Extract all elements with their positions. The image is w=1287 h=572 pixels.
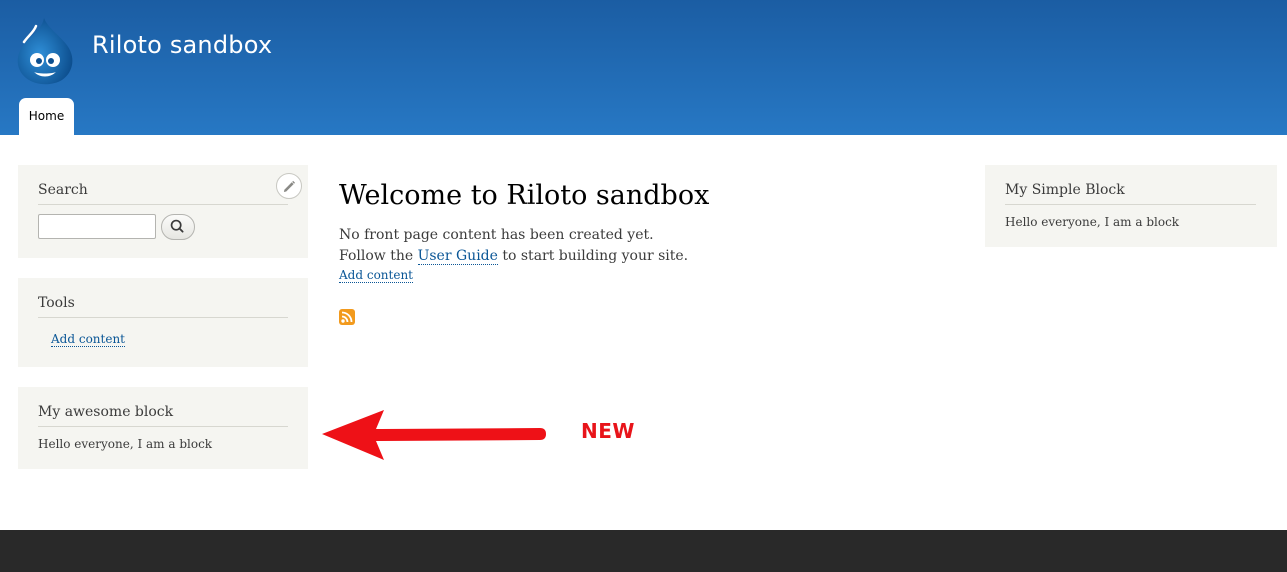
site-footer <box>0 530 1287 572</box>
user-guide-prefix: Follow the <box>339 248 418 264</box>
awesome-block-title: My awesome block <box>38 404 288 427</box>
new-annotation-label: NEW <box>581 419 635 443</box>
pencil-icon[interactable] <box>276 173 302 199</box>
tools-block-title: Tools <box>38 295 288 318</box>
simple-block-title: My Simple Block <box>1005 182 1256 205</box>
page-title: Welcome to Riloto sandbox <box>339 180 710 211</box>
no-content-message: No front page content has been created y… <box>339 227 654 243</box>
search-icon <box>170 219 184 233</box>
main-add-content-link[interactable]: Add content <box>339 268 413 283</box>
left-arrow-icon <box>322 410 546 460</box>
awesome-block: My awesome block Hello everyone, I am a … <box>18 387 308 469</box>
search-block-title: Search <box>38 182 288 205</box>
search-button[interactable] <box>161 214 195 240</box>
tab-home[interactable]: Home <box>19 98 74 135</box>
simple-block: My Simple Block Hello everyone, I am a b… <box>985 165 1277 247</box>
site-header: Riloto sandbox Home <box>0 0 1287 135</box>
user-guide-message: Follow the User Guide to start building … <box>339 248 689 265</box>
user-guide-suffix: to start building your site. <box>497 248 689 264</box>
site-name[interactable]: Riloto sandbox <box>92 31 272 59</box>
awesome-block-body: Hello everyone, I am a block <box>38 437 213 451</box>
search-block: Search <box>18 165 308 258</box>
drupal-drop-icon[interactable] <box>14 16 76 86</box>
rss-icon[interactable] <box>339 309 355 325</box>
search-input[interactable] <box>38 214 156 239</box>
tools-add-content-link[interactable]: Add content <box>51 332 125 347</box>
tools-block: Tools <box>18 278 308 367</box>
user-guide-link[interactable]: User Guide <box>417 248 498 265</box>
simple-block-body: Hello everyone, I am a block <box>1005 215 1180 229</box>
